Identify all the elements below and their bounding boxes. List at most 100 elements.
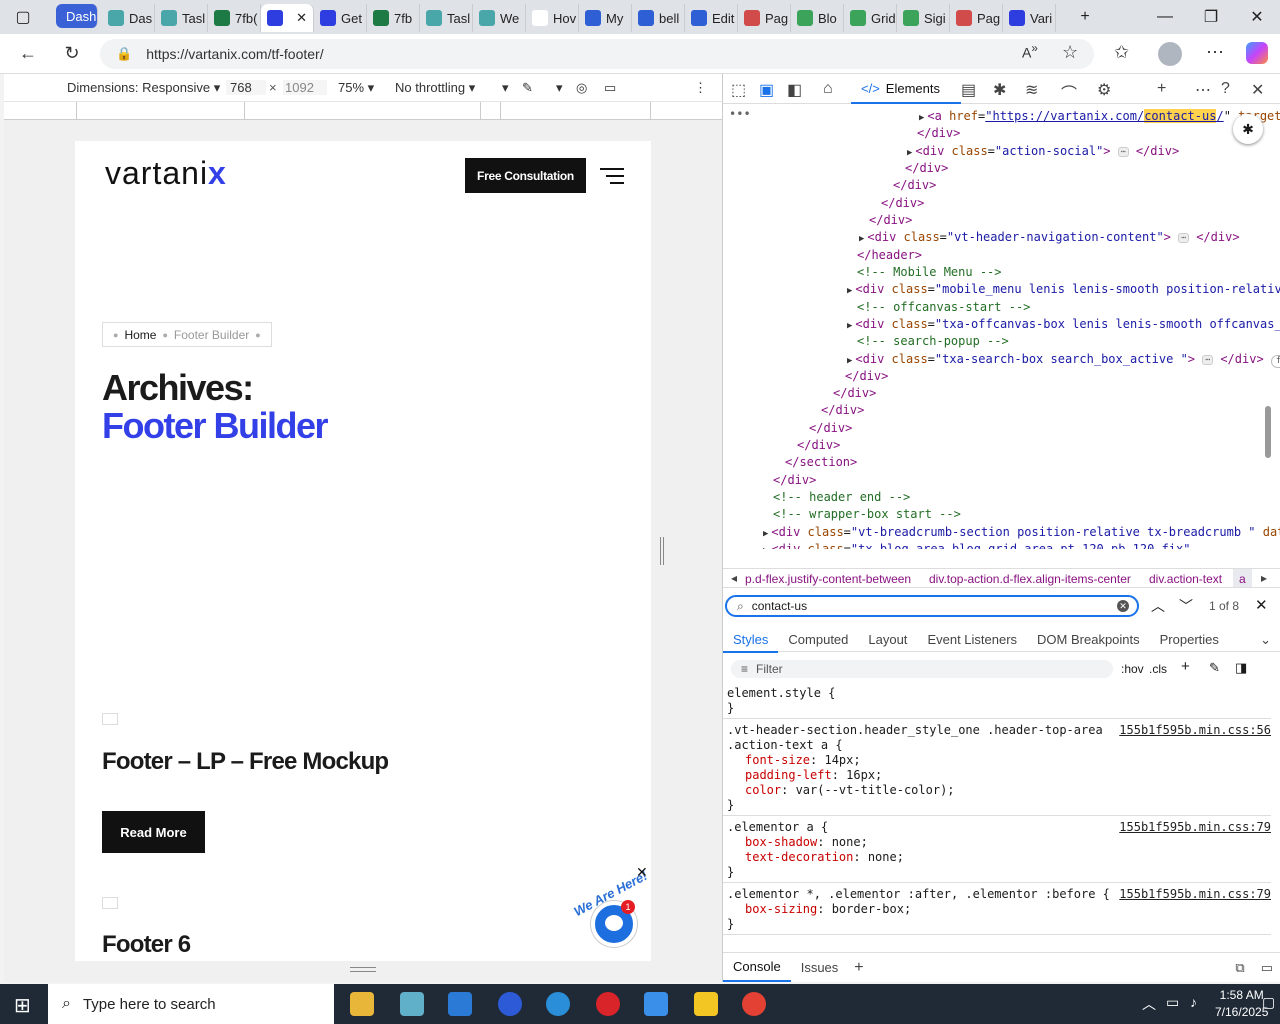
chrome-icon[interactable]	[742, 992, 766, 1016]
search-prev-icon[interactable]: ︿	[1151, 596, 1165, 616]
volume-icon[interactable]: ♪	[1190, 994, 1197, 1010]
media-query-ruler[interactable]	[4, 102, 722, 120]
css-source-link[interactable]: 155b1f595b.min.css:79	[1119, 887, 1271, 902]
dom-crumb[interactable]: p.d-flex.justify-content-between	[745, 572, 911, 586]
dom-ellipsis-icon[interactable]: •••	[729, 106, 751, 123]
post-thumbnail[interactable]	[102, 897, 118, 909]
browser-tab[interactable]: Das	[102, 4, 155, 32]
post-title[interactable]: Footer – LP – Free Mockup	[102, 748, 389, 776]
flex-badge[interactable]: flex	[1270, 355, 1280, 368]
new-tab-icon[interactable]: +	[1062, 0, 1108, 34]
css-rule[interactable]: .vt-header-section.header_style_one .hea…	[723, 719, 1271, 816]
styles-pane[interactable]: element.style {} .vt-header-section.heade…	[723, 682, 1271, 957]
rotate-dropdown-icon[interactable]: ▾	[556, 80, 563, 96]
kebab-menu-icon[interactable]: ⋮	[694, 80, 707, 96]
favorite-icon[interactable]: ☆	[1062, 42, 1078, 63]
bug-icon[interactable]: ✱	[993, 80, 1006, 100]
network-tray-icon[interactable]: ▭	[1166, 994, 1179, 1011]
app-icon[interactable]	[400, 992, 424, 1016]
css-declaration[interactable]: text-decoration: none;	[727, 850, 1267, 865]
dom-node[interactable]: ▶ <a href="https://vartanix.com/contact-u…	[919, 108, 1280, 127]
dom-node[interactable]: </div>	[893, 177, 936, 194]
site-logo[interactable]: vartanix	[105, 155, 227, 192]
hov-toggle[interactable]: :hov	[1121, 662, 1144, 676]
chat-close-icon[interactable]: ✕	[636, 864, 648, 881]
tab-dom-breakpoints[interactable]: DOM Breakpoints	[1027, 632, 1150, 647]
clock[interactable]: 1:58 AM 7/16/2025	[1215, 987, 1268, 1021]
tab-computed[interactable]: Computed	[778, 632, 858, 647]
dom-crumb[interactable]: div.action-text	[1149, 572, 1222, 586]
css-declaration[interactable]: box-sizing: border-box;	[727, 902, 1267, 917]
close-devtools-icon[interactable]: ✕	[1251, 80, 1264, 100]
tab-styles[interactable]: Styles	[723, 626, 779, 653]
close-drawer-icon[interactable]: ▭	[1253, 960, 1280, 976]
browser-tab[interactable]: ✕	[261, 4, 314, 32]
tab-layout[interactable]: Layout	[858, 632, 917, 647]
more-options-icon[interactable]: ▾	[502, 80, 509, 96]
notifications-icon[interactable]: ▢	[1262, 994, 1275, 1011]
close-tab-icon[interactable]: ✕	[296, 10, 307, 26]
height-resize-handle[interactable]	[350, 967, 376, 972]
eyedropper-icon[interactable]: ✎	[522, 80, 533, 96]
dom-node[interactable]: ▶<div class="tx-blog-area blog-grid-area…	[763, 541, 1190, 549]
photos-icon[interactable]	[644, 992, 668, 1016]
post-thumbnail[interactable]	[102, 713, 118, 725]
browser-tab[interactable]: Dash	[56, 4, 98, 28]
css-declaration[interactable]: color: var(--vt-title-color);	[727, 783, 1267, 798]
app-icon[interactable]	[448, 992, 472, 1016]
sticky-notes-icon[interactable]	[694, 992, 718, 1016]
back-icon[interactable]: ←	[8, 43, 48, 64]
read-more-button[interactable]: Read More	[102, 811, 205, 853]
close-search-icon[interactable]: ✕	[1255, 596, 1268, 614]
windows-start-icon[interactable]: ⊞	[14, 993, 31, 1018]
refresh-icon[interactable]: ↻	[52, 43, 92, 64]
free-consultation-button[interactable]: Free Consultation	[465, 158, 586, 193]
tab-actions-icon[interactable]: ▢	[0, 0, 46, 34]
css-rule[interactable]: .elementor a {155b1f595b.min.css:79 box-s…	[723, 816, 1271, 883]
dom-comment[interactable]: <!-- header end -->	[773, 489, 910, 506]
url-field[interactable]: 🔒 https://vartanix.com/tf-footer/	[100, 39, 1094, 69]
edge-icon[interactable]	[546, 992, 570, 1016]
dom-node[interactable]: </div>	[845, 368, 888, 385]
css-declaration[interactable]: font-size: 14px;	[727, 753, 1267, 768]
minimize-icon[interactable]: —	[1142, 0, 1188, 34]
browser-tab[interactable]: My	[579, 4, 632, 32]
tab-event-listeners[interactable]: Event Listeners	[917, 632, 1027, 647]
device-frame-icon[interactable]: ▭	[604, 80, 616, 96]
read-aloud-icon[interactable]: A»	[1022, 42, 1038, 61]
css-declaration[interactable]: padding-left: 16px;	[727, 768, 1267, 783]
dom-comment[interactable]: <!-- search-popup -->	[857, 333, 1009, 350]
browser-tab[interactable]: Vari	[1003, 4, 1056, 32]
browser-tab[interactable]: Tasl	[155, 4, 208, 32]
post-title[interactable]: Footer 6	[102, 931, 191, 959]
browser-tab[interactable]: 7fb(	[208, 4, 261, 32]
performance-icon[interactable]: ⌒	[1061, 80, 1077, 104]
crumb-right-icon[interactable]: ▸	[1261, 571, 1267, 585]
css-rule[interactable]: element.style {}	[723, 682, 1271, 719]
favorites-icon[interactable]: ✩	[1114, 42, 1129, 63]
accessibility-icon[interactable]: ✱	[1233, 114, 1263, 144]
dom-comment[interactable]: <!-- offcanvas-start -->	[857, 299, 1030, 316]
css-source-link[interactable]: 155b1f595b.min.css:79	[1119, 820, 1271, 835]
browser-tab[interactable]: Grid	[844, 4, 897, 32]
dom-scrollbar[interactable]	[1265, 406, 1271, 458]
file-explorer-icon[interactable]	[350, 992, 374, 1016]
device-toggle-icon[interactable]: ▣	[759, 80, 774, 100]
dom-node[interactable]: ▶ <div class="mobile_menu lenis lenis-smo…	[847, 281, 1280, 300]
browser-tab[interactable]: bell	[632, 4, 685, 32]
breadcrumb-home[interactable]: Home	[124, 328, 156, 342]
throttling-select[interactable]: No throttling ▾	[395, 80, 475, 96]
network-icon[interactable]: ≋	[1025, 80, 1038, 100]
vision-icon[interactable]: ◎	[576, 80, 587, 96]
browser-tab[interactable]: Pag	[950, 4, 1003, 32]
home-icon[interactable]: ⌂	[823, 80, 833, 98]
more-icon[interactable]: ⋯	[1206, 42, 1224, 63]
menu-icon[interactable]	[600, 168, 624, 189]
browser-tab[interactable]: Edit	[685, 4, 738, 32]
dock-icon[interactable]: ◧	[787, 80, 802, 100]
dom-comment[interactable]: <!-- Mobile Menu -->	[857, 264, 1002, 281]
browser-tab[interactable]: Hov	[526, 4, 579, 32]
dom-search-input[interactable]: ⌕ contact-us ✕	[725, 595, 1139, 617]
browser-tab[interactable]: Get	[314, 4, 367, 32]
width-resize-handle[interactable]	[660, 537, 664, 565]
